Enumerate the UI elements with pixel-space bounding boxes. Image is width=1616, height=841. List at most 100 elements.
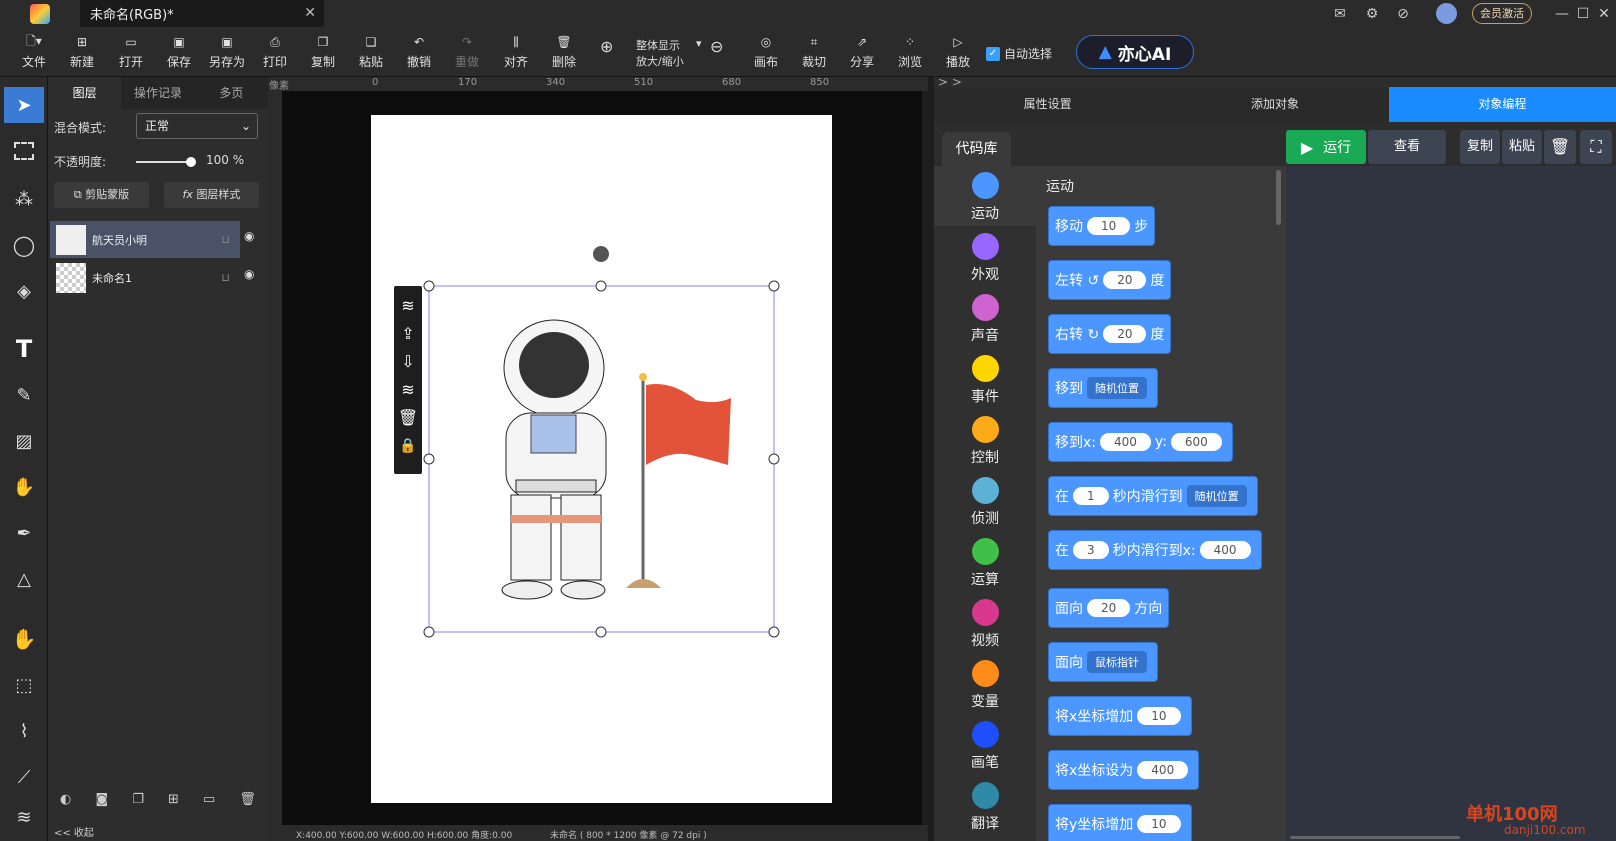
block-dropdown[interactable]: 随机位置 [1087,377,1147,399]
workspace-scrollbar[interactable] [1290,836,1460,839]
save-button[interactable]: ▣ 保存 [157,31,201,70]
eraser-tool[interactable]: ▨ [8,425,40,457]
category-item[interactable]: 画笔 [934,721,1036,772]
layers-tool[interactable]: ≋ [8,801,40,833]
category-item[interactable]: 控制 [934,416,1036,467]
layers-down-icon[interactable]: ≋ [394,376,422,404]
open-button[interactable]: ▭ 打开 [109,31,153,70]
block-dropdown[interactable]: 随机位置 [1186,485,1247,507]
code-workspace[interactable] [1286,166,1616,841]
smudge-tool[interactable]: ⌇ [8,715,40,747]
minimize-icon[interactable]: — [1552,4,1572,24]
zoom-out-icon[interactable]: ⊖ [710,37,730,56]
align-button[interactable]: ⫼ 对齐 [494,31,538,70]
code-block[interactable]: 面向 鼠标指针 [1048,642,1158,682]
redo-button[interactable]: ↷ 重做 [445,31,489,70]
maximize-icon[interactable]: ☐ [1573,4,1593,24]
tab-properties[interactable]: 属性设置 [934,87,1161,122]
code-block[interactable]: 移到x: 400 y: 600 [1048,422,1233,462]
brush-tool[interactable]: ✎ [8,379,40,411]
copy-button[interactable]: ❐ 复制 [301,31,345,70]
hand-tool[interactable]: ✋ [8,623,40,655]
tab-add-object[interactable]: 添加对象 [1161,87,1388,122]
close-window-icon[interactable]: ✕ [1594,4,1614,24]
tab-layers[interactable]: 图层 [48,77,122,109]
vip-activate-button[interactable]: 会员激活 [1472,3,1532,24]
share-button[interactable]: ⇗ 分享 [840,31,884,70]
category-item[interactable]: 事件 [934,355,1036,406]
lock-icon[interactable]: 🔒 [394,432,422,460]
lock-icon[interactable]: ⊔ [221,271,230,284]
block-dropdown[interactable]: 鼠标指针 [1087,651,1147,673]
code-block[interactable]: 在 1 秒内滑行到 随机位置 [1048,476,1258,516]
trash-icon[interactable]: 🗑 [394,404,422,432]
clipping-mask-button[interactable]: ⧉ 剪贴蒙版 [54,182,149,208]
opacity-slider-handle[interactable] [186,157,196,167]
category-item[interactable]: 视频 [934,599,1036,650]
lasso-tool[interactable]: ◯ [8,229,40,261]
close-tab-icon[interactable]: ✕ [304,5,316,21]
document-canvas[interactable]: ≋ ⇪ ⇩ ≋ 🗑 🔒 [371,115,832,803]
file-menu-button[interactable]: 🗋▾ 文件 [12,31,56,70]
block-input[interactable]: 20 [1087,599,1131,617]
tab-object-programming[interactable]: 对象编程 [1388,87,1616,122]
compass-icon[interactable]: ⊘ [1393,4,1413,24]
auto-select-checkbox[interactable]: ✓ 自动选择 [986,45,1052,62]
paste-button[interactable]: ❏ 粘贴 [349,31,393,70]
block-input[interactable]: 1 [1073,487,1109,505]
code-block[interactable]: 将x坐标增加 10 [1048,696,1192,736]
category-item[interactable]: 声音 [934,294,1036,345]
code-block[interactable]: 右转 ↻ 20 度 [1048,314,1172,354]
opacity-slider[interactable] [136,157,196,167]
add-layer-icon[interactable]: ⊞ [168,792,179,812]
category-item[interactable]: 翻译 [934,782,1036,833]
zoom-in-icon[interactable]: ⊕ [600,37,620,56]
block-input[interactable]: 10 [1137,815,1181,833]
zoom-control[interactable]: 整体显示 放大/缩小 [636,38,684,70]
fullscreen-icon[interactable]: ⛶ [1580,130,1612,164]
code-block[interactable]: 移动 10 步 [1048,206,1156,246]
shape-tool[interactable]: △ [8,563,40,595]
eye-icon[interactable]: ◉ [244,229,254,243]
fill-tool[interactable]: ◈ [8,275,40,307]
undo-button[interactable]: ↶ 撤销 [397,31,441,70]
eye-icon[interactable]: ◉ [244,267,254,281]
move-down-icon[interactable]: ⇩ [394,348,422,376]
run-button[interactable]: ▶ 运行 [1286,130,1366,164]
save-as-button[interactable]: ▣ 另存为 [205,31,249,70]
crop-button[interactable]: ⌗ 裁切 [792,31,836,70]
block-input[interactable]: 10 [1137,707,1181,725]
block-input[interactable]: 400 [1100,433,1151,451]
blend-mode-select[interactable]: 正常 ⌄ [136,113,258,139]
category-item[interactable]: 变量 [934,660,1036,711]
block-input[interactable]: 400 [1137,761,1189,779]
collapse-button[interactable]: << 收起 [54,824,94,839]
delete-button[interactable]: 🗑 删除 [542,31,586,70]
palette-scrollbar[interactable] [1276,170,1281,225]
lock-icon[interactable]: ⊔ [221,233,230,246]
block-input[interactable]: 20 [1103,271,1147,289]
copy-code-button[interactable]: 复制 [1460,130,1500,164]
ai-button[interactable]: ▲ 亦心AI [1076,35,1194,69]
layer-row[interactable]: 航天员小明 ⊔ [50,221,240,258]
trash-icon[interactable]: 🗑 [239,792,256,812]
pen-tool[interactable]: ✒ [8,517,40,549]
layer-row[interactable]: 未命名1 ⊔ [50,259,240,296]
tab-history[interactable]: 操作记录 [121,77,194,109]
new-button[interactable]: ⊞ 新建 [60,31,104,70]
paste-code-button[interactable]: 粘贴 [1502,130,1542,164]
move-tool[interactable]: ➤ [4,87,44,123]
transform-tool[interactable]: ⬚ [8,669,40,701]
layers-up-icon[interactable]: ≋ [394,292,422,320]
adjust-icon[interactable]: ◐ [60,792,71,812]
block-input[interactable]: 10 [1087,217,1131,235]
category-item[interactable]: 侦测 [934,477,1036,528]
browse-button[interactable]: ⁘ 浏览 [888,31,932,70]
code-block[interactable]: 面向 20 方向 [1048,588,1170,628]
code-block[interactable]: 将y坐标增加 10 [1048,804,1192,841]
block-input[interactable]: 3 [1073,541,1109,559]
eyedropper-tool[interactable]: ⟋ [8,761,40,793]
print-button[interactable]: ⎙ 打印 [253,31,297,70]
stamp-tool[interactable]: ✋ [8,471,40,503]
category-item[interactable]: 运动 [934,172,1036,223]
